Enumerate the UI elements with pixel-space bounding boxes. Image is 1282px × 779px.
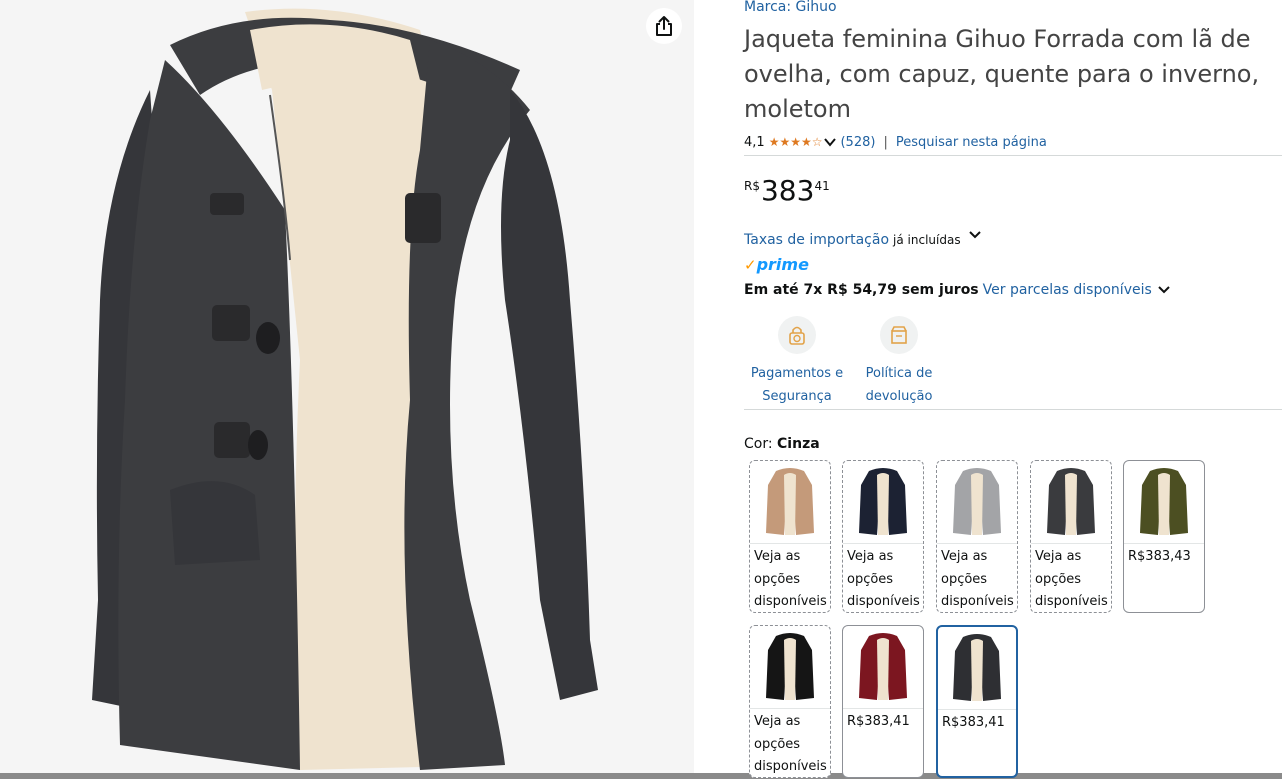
product-title: Jaqueta feminina Gihuo Forrada com lã de… <box>744 25 1260 123</box>
star-rating-icon[interactable]: ★★★★☆ <box>769 135 823 149</box>
swatch-label-line: disponíveis <box>754 759 827 774</box>
swatch-label: R$383,41 <box>938 710 1016 737</box>
swatch-label-line: opções <box>1035 571 1082 587</box>
import-tax-row: Taxas de importação já incluídas <box>744 231 983 248</box>
divider <box>744 409 1282 410</box>
swatch-label: R$383,43 <box>1124 544 1204 571</box>
swatch-label-line: Veja as <box>754 549 801 564</box>
color-swatch-navy[interactable]: Veja as opções disponíveis <box>842 460 924 613</box>
color-swatch-charcoal[interactable]: Veja as opções disponíveis <box>1030 460 1112 613</box>
swatch-price: R$383,43 <box>1128 549 1191 564</box>
swatch-price: R$383,41 <box>942 715 1005 730</box>
swatch-label: Veja as opções disponíveis <box>1031 544 1111 612</box>
feature-label-line1: Política de <box>865 366 933 381</box>
swatch-label: R$383,41 <box>843 709 923 736</box>
installments-text: Em até 7x R$ 54,79 sem juros <box>744 282 979 298</box>
swatch-thumbnail <box>1124 461 1204 544</box>
import-tax-link[interactable]: Taxas de importação <box>744 232 889 248</box>
prime-badge: ✓ prime <box>744 255 809 274</box>
swatch-price: R$383,41 <box>847 714 910 729</box>
installments-link[interactable]: Ver parcelas disponíveis <box>983 282 1152 298</box>
swatch-label-line: disponíveis <box>1035 594 1108 609</box>
feature-return-policy[interactable]: Política de devolução <box>849 316 949 408</box>
price-currency: R$ <box>744 179 760 193</box>
swatch-thumbnail <box>843 461 923 544</box>
import-tax-note: já incluídas <box>893 233 961 247</box>
price-fraction: 41 <box>814 179 830 193</box>
divider <box>744 155 1282 156</box>
swatch-thumbnail <box>750 626 830 709</box>
return-box-icon <box>880 316 918 354</box>
swatch-thumbnail <box>1031 461 1111 544</box>
feature-label-line2: devolução <box>865 389 933 404</box>
prime-check-icon: ✓ <box>744 255 757 274</box>
color-label: Cor: Cinza <box>744 436 820 452</box>
price-whole: 383 <box>760 174 815 207</box>
swatch-label: Veja as opções disponíveis <box>843 544 923 612</box>
share-icon <box>656 16 672 36</box>
swatch-label-line: Veja as <box>754 714 801 729</box>
feature-label-line1: Pagamentos e <box>750 366 844 381</box>
chevron-down-icon[interactable] <box>823 135 837 149</box>
swatch-label-line: disponíveis <box>941 594 1014 609</box>
swatch-label-line: Veja as <box>941 549 988 564</box>
swatch-thumbnail <box>843 626 923 709</box>
color-swatch-army-green[interactable]: R$383,43 <box>1123 460 1205 613</box>
bottom-divider <box>0 773 1282 779</box>
color-label-text: Cor: <box>744 436 773 452</box>
color-swatch-black[interactable]: Veja as opções disponíveis <box>749 625 831 778</box>
swatch-label-line: opções <box>754 736 801 752</box>
swatch-label-line: disponíveis <box>754 594 827 609</box>
feature-label-line2: Segurança <box>762 389 832 404</box>
price: R$ 383 41 <box>744 174 830 208</box>
swatch-label-line: Veja as <box>1035 549 1082 564</box>
color-selected-name: Cinza <box>777 436 820 452</box>
share-button[interactable] <box>646 8 682 44</box>
installments-row: Em até 7x R$ 54,79 sem juros Ver parcela… <box>744 282 1172 298</box>
rating-count-link[interactable]: (528) <box>840 135 875 150</box>
color-swatch-light-gray[interactable]: Veja as opções disponíveis <box>936 460 1018 613</box>
swatch-label-line: Veja as <box>847 549 894 564</box>
prime-label: prime <box>756 255 809 274</box>
swatch-thumbnail <box>937 461 1017 544</box>
swatch-label: Veja as opções disponíveis <box>937 544 1017 612</box>
color-swatch-gray-selected[interactable]: R$383,41 <box>936 625 1018 778</box>
color-swatch-wine-red[interactable]: R$383,41 <box>842 625 924 778</box>
product-image-pane[interactable] <box>0 0 694 775</box>
swatch-label-line: opções <box>941 571 988 587</box>
color-swatch-camel[interactable]: Veja as opções disponíveis <box>749 460 831 613</box>
swatch-label-line: disponíveis <box>847 594 920 609</box>
swatch-label-line: opções <box>847 571 894 587</box>
rating-value: 4,1 <box>744 134 765 150</box>
swatch-thumbnail <box>938 627 1016 710</box>
swatch-label-line: opções <box>754 571 801 587</box>
feature-payments-security[interactable]: Pagamentos e Segurança <box>747 316 847 408</box>
chevron-down-icon[interactable] <box>967 228 983 242</box>
product-main-image[interactable] <box>0 0 694 775</box>
chevron-down-icon[interactable] <box>1156 283 1172 297</box>
separator: | <box>883 134 888 150</box>
brand-link[interactable]: Marca: Gihuo <box>744 0 837 15</box>
search-page-link[interactable]: Pesquisar nesta página <box>896 135 1047 150</box>
lock-coin-icon <box>778 316 816 354</box>
swatch-label: Veja as opções disponíveis <box>750 709 830 777</box>
swatch-thumbnail <box>750 461 830 544</box>
rating-row: 4,1 ★★★★☆ (528) | Pesquisar nesta página <box>744 132 1047 152</box>
swatch-label: Veja as opções disponíveis <box>750 544 830 612</box>
